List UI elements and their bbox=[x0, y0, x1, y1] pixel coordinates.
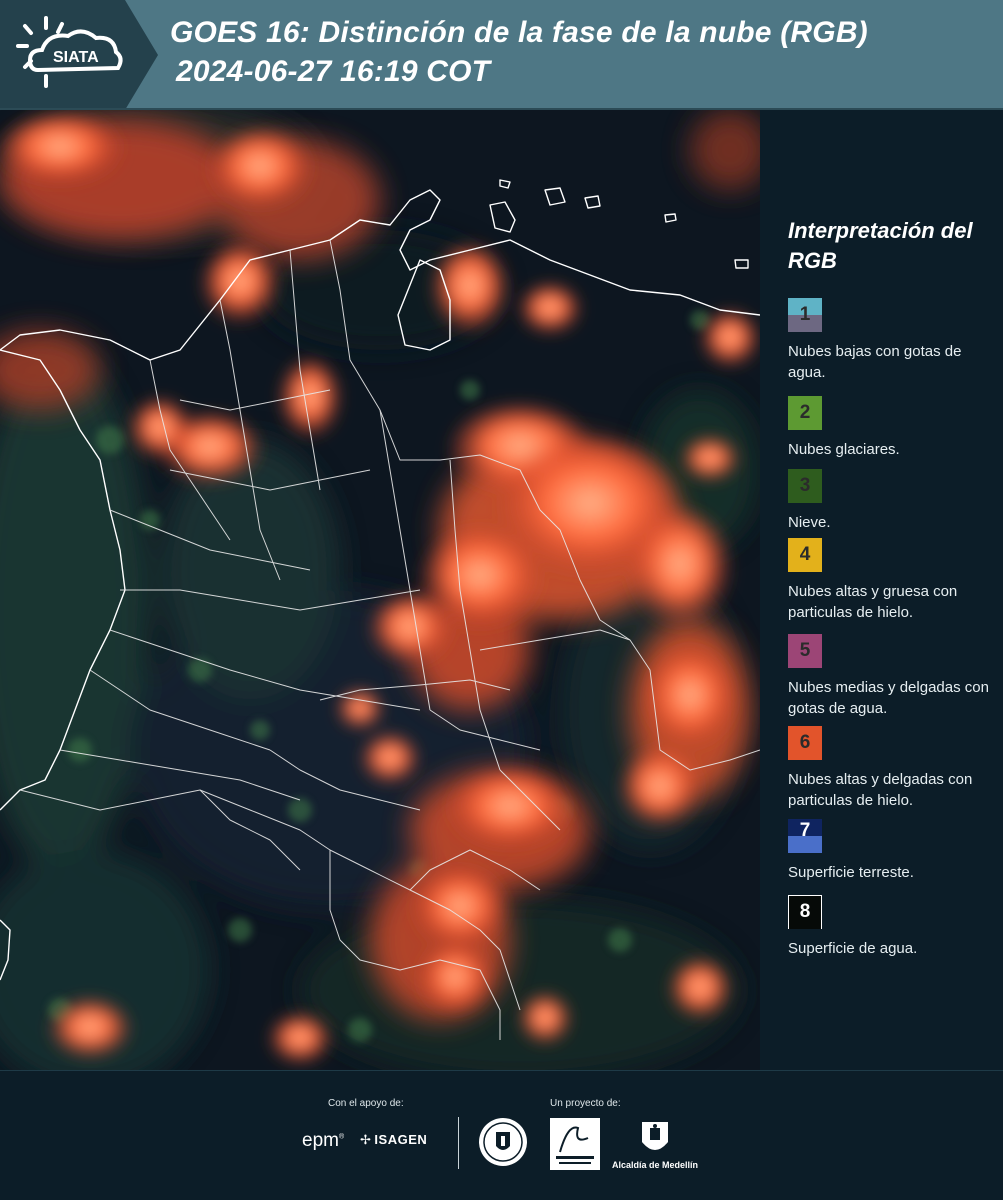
isagen-logo[interactable]: ✢ ISAGEN bbox=[360, 1132, 427, 1148]
legend-label: Nieve. bbox=[788, 514, 831, 531]
area-metropolitana-logo[interactable] bbox=[550, 1118, 600, 1170]
legend-number: 8 bbox=[799, 901, 811, 922]
page-title: GOES 16: Distinción de la fase de la nub… bbox=[170, 16, 868, 49]
footer: Con el apoyo de: Un proyecto de: epm® ✢ I… bbox=[0, 1070, 1003, 1200]
header-bar: SIATA GOES 16: Distinción de la fase de … bbox=[0, 0, 1003, 110]
legend-number: 3 bbox=[799, 475, 811, 496]
legend-label: Nubes medias y delgadas con gotas de agu… bbox=[788, 679, 989, 717]
project-caption: Un proyecto de: bbox=[550, 1098, 621, 1109]
isagen-logo-text: ISAGEN bbox=[374, 1132, 428, 1147]
legend-label: Nubes altas y delgadas con particulas de… bbox=[788, 771, 973, 809]
footer-divider bbox=[0, 1070, 1003, 1071]
legend-number: 2 bbox=[799, 402, 811, 423]
legend-number: 5 bbox=[799, 640, 811, 661]
legend-number: 4 bbox=[799, 544, 811, 565]
support-caption: Con el apoyo de: bbox=[328, 1098, 404, 1109]
siata-logo[interactable]: SIATA bbox=[0, 0, 160, 110]
legend-number: 6 bbox=[799, 732, 811, 753]
page-timestamp: 2024-06-27 16:19 COT bbox=[176, 55, 491, 88]
footer-separator bbox=[458, 1117, 459, 1169]
legend-swatch-3: 3 bbox=[788, 469, 822, 503]
legend-label: Superficie de agua. bbox=[788, 940, 918, 957]
university-seal-icon[interactable] bbox=[477, 1116, 529, 1168]
epm-logo-text: epm bbox=[302, 1130, 339, 1151]
legend-label: Nubes bajas con gotas de agua. bbox=[788, 343, 962, 381]
isagen-mark-icon: ✢ bbox=[360, 1132, 372, 1147]
satellite-map[interactable] bbox=[0, 110, 760, 1070]
legend-panel: Interpretación del RGB 1 Nubes bajas con… bbox=[760, 110, 1003, 1070]
legend-number: 7 bbox=[799, 820, 811, 841]
legend-label: Nubes glaciares. bbox=[788, 441, 900, 458]
legend-swatch-1: 1 bbox=[788, 298, 822, 332]
siata-logo-text: SIATA bbox=[53, 49, 99, 66]
legend-swatch-4: 4 bbox=[788, 538, 822, 572]
legend-label: Nubes altas y gruesa con particulas de h… bbox=[788, 583, 958, 621]
legend-label: Superficie terreste. bbox=[788, 864, 914, 881]
legend-swatch-7: 7 bbox=[788, 819, 822, 853]
medellin-shield-icon[interactable] bbox=[640, 1118, 670, 1158]
legend-swatch-5: 5 bbox=[788, 634, 822, 668]
legend-number: 1 bbox=[799, 304, 811, 325]
legend-swatch-8: 8 bbox=[788, 895, 822, 929]
legend-swatch-2: 2 bbox=[788, 396, 822, 430]
legend-title: Interpretación del RGB bbox=[788, 218, 973, 273]
epm-logo[interactable]: epm® bbox=[302, 1130, 344, 1152]
legend-swatch-6: 6 bbox=[788, 726, 822, 760]
medellin-label: Alcaldía de Medellín bbox=[612, 1160, 699, 1170]
